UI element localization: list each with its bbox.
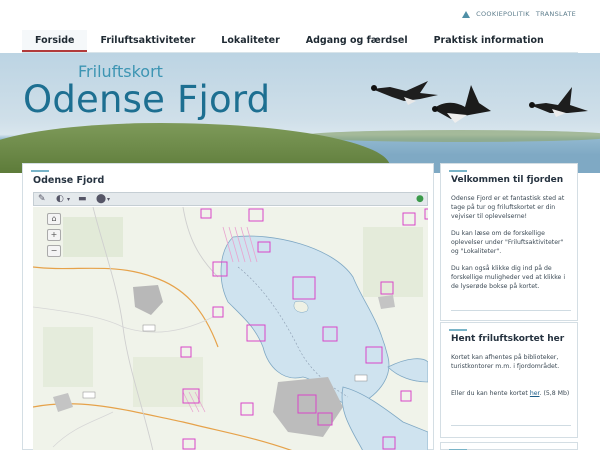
- download-text-before: Eller du kan hente kortet: [451, 390, 530, 397]
- fjord-map[interactable]: [33, 207, 428, 450]
- panel-accent: [31, 170, 49, 172]
- divider: [451, 425, 571, 426]
- cookie-link[interactable]: COOKIEPOLITIK: [476, 10, 530, 18]
- hero-title: Odense Fjord: [23, 78, 271, 121]
- warning-icon: [462, 10, 471, 18]
- welcome-text-3: Du kan også klikke dig ind på de forskel…: [451, 265, 566, 290]
- map-panel-title: Odense Fjord: [33, 175, 105, 186]
- map-panel: Odense Fjord ✎ ◐ ▾ ▬ ⬤ ▾ ● ⌂ + −: [22, 163, 434, 450]
- utility-links: COOKIEPOLITIK TRANSLATE: [462, 10, 576, 18]
- nav-item-adgang[interactable]: Adgang og færdsel: [293, 30, 421, 52]
- print-icon[interactable]: ⬤: [96, 194, 106, 205]
- panel-accent: [449, 329, 467, 331]
- main-nav: Forside Friluftsaktiviteter Lokaliteter …: [22, 30, 578, 53]
- welcome-text-2: Du kan læse om de forskellige oplevelser…: [451, 230, 564, 255]
- pan-icon[interactable]: ✎: [38, 194, 46, 205]
- nav-item-friluftsaktiviteter[interactable]: Friluftsaktiviteter: [87, 30, 208, 52]
- download-link[interactable]: her: [530, 390, 540, 397]
- welcome-title: Velkommen til fjorden: [451, 175, 564, 185]
- nav-item-praktisk[interactable]: Praktisk information: [421, 30, 557, 52]
- divider: [451, 310, 571, 311]
- zoom-out-button[interactable]: −: [47, 245, 61, 257]
- measure-icon[interactable]: ▬: [78, 194, 87, 205]
- panel-accent: [449, 170, 467, 172]
- nav-item-lokaliteter[interactable]: Lokaliteter: [208, 30, 292, 52]
- utility-bar: COOKIEPOLITIK TRANSLATE: [0, 0, 600, 30]
- welcome-text-1: Odense Fjord er et fantastisk sted at ta…: [451, 195, 565, 220]
- home-icon[interactable]: ⌂: [47, 213, 61, 225]
- translate-link[interactable]: TRANSLATE: [536, 10, 576, 18]
- map-view[interactable]: ⌂ + −: [33, 207, 428, 450]
- next-panel: [440, 442, 578, 450]
- download-panel: Hent friluftskortet her Kortet kan afhen…: [440, 322, 578, 438]
- chevron-down-icon[interactable]: ▾: [67, 194, 70, 205]
- zoom-in-button[interactable]: +: [47, 229, 61, 241]
- layers-icon[interactable]: ◐: [56, 194, 64, 205]
- download-text-2: Eller du kan hente kortet her. (5,8 Mb): [451, 389, 571, 398]
- status-icon[interactable]: ●: [416, 194, 424, 205]
- chevron-down-icon[interactable]: ▾: [107, 194, 110, 205]
- goose-icon: [432, 85, 491, 123]
- download-text-after: . (5,8 Mb): [539, 390, 570, 397]
- welcome-panel: Velkommen til fjorden Odense Fjord er et…: [440, 163, 578, 321]
- nav-item-forside[interactable]: Forside: [22, 30, 88, 52]
- goose-icon: [529, 87, 588, 117]
- hero-banner: Friluftskort Odense Fjord: [0, 53, 600, 173]
- map-toolbar: ✎ ◐ ▾ ▬ ⬤ ▾ ●: [33, 192, 428, 206]
- download-text-1: Kortet kan afhentes på biblioteker, turi…: [451, 354, 560, 370]
- download-title: Hent friluftskortet her: [451, 334, 565, 344]
